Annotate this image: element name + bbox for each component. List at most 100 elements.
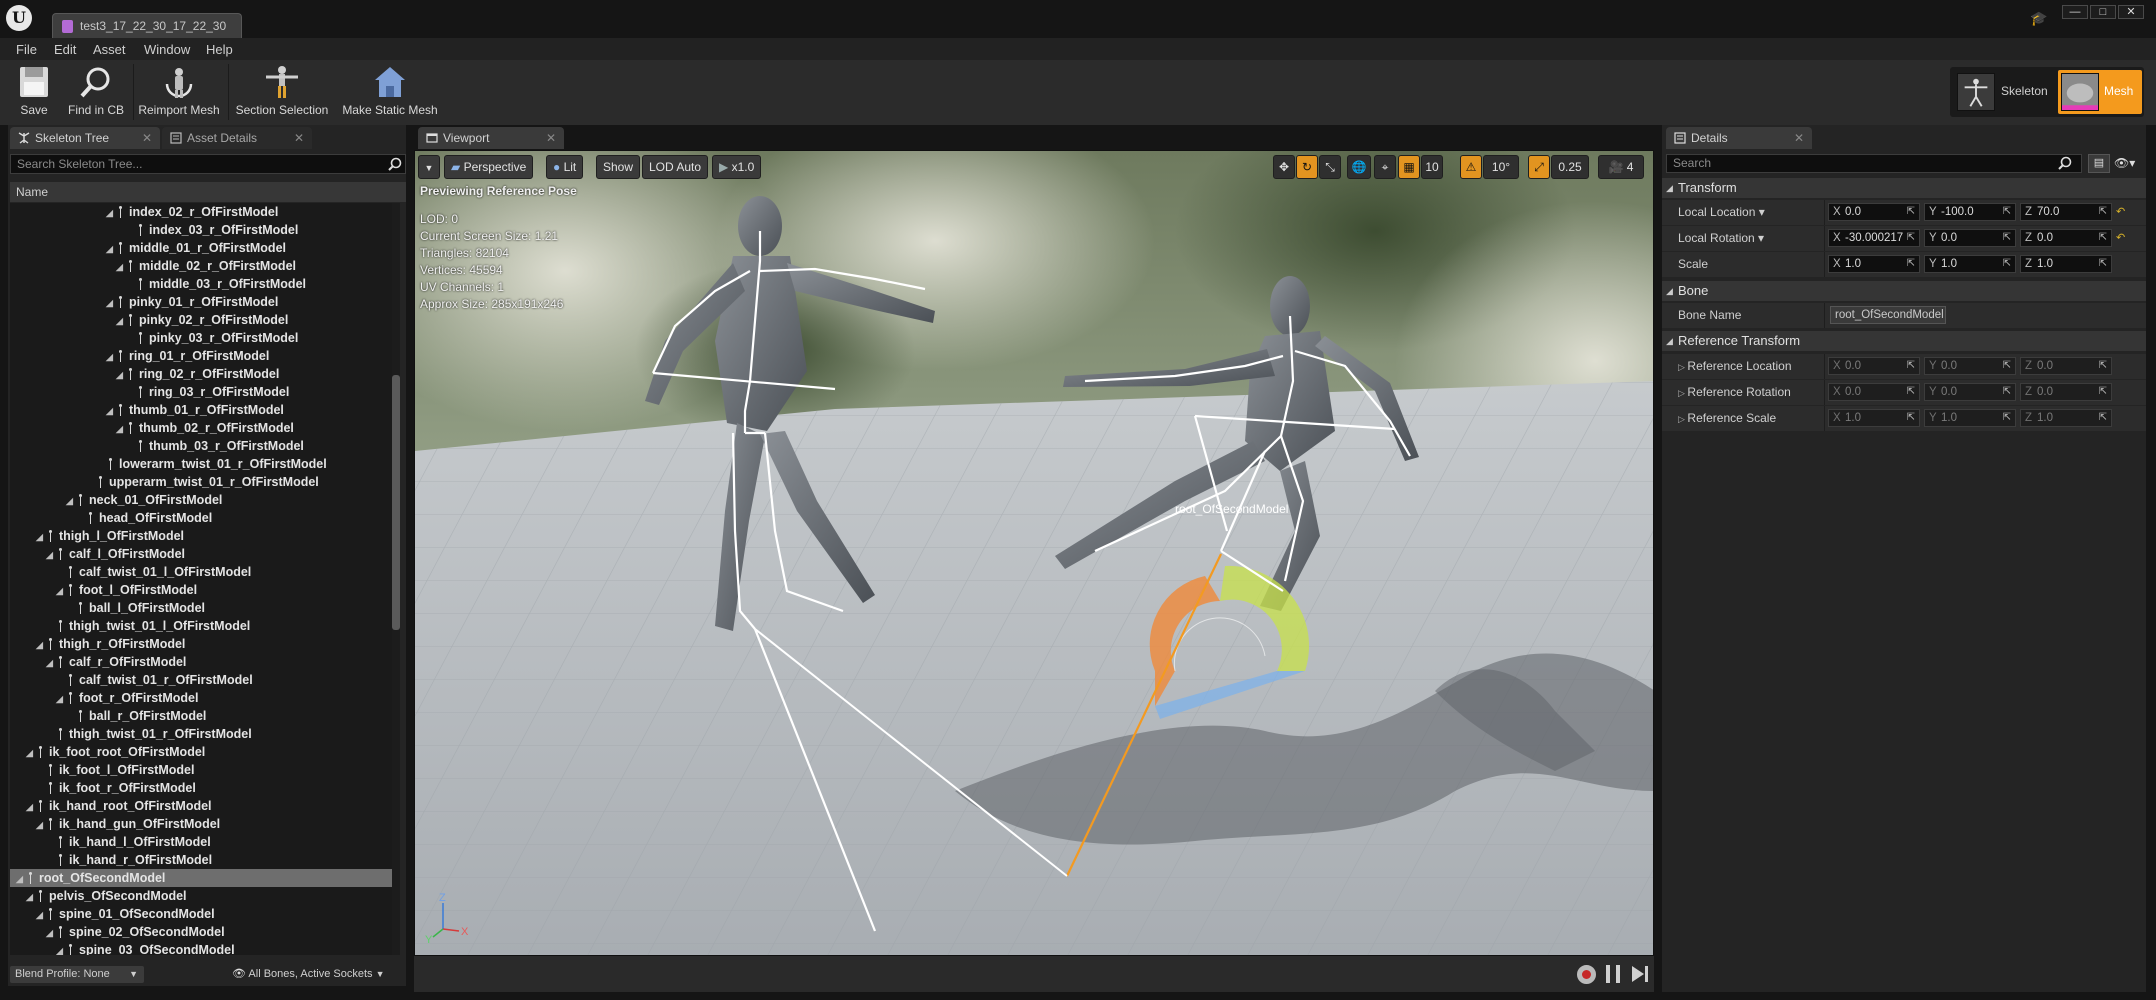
skeleton-search-input[interactable]: Search Skeleton Tree... [10,154,406,174]
local-location-x[interactable]: X 0.0 ⇱ [1828,203,1920,221]
tree-row[interactable]: ◢ thumb_01_r_OfFirstModel [10,401,394,419]
tree-row[interactable]: thigh_twist_01_l_OfFirstModel [10,617,394,635]
tree-row[interactable]: ◢ spine_03_OfSecondModel [10,941,394,955]
perspective-button[interactable]: ▰ Perspective [444,155,534,179]
tree-row[interactable]: ◢ middle_02_r_OfFirstModel [10,257,394,275]
reference-scale-label[interactable]: ▷ Reference Scale [1678,406,1776,432]
section-selection-button[interactable]: Section Selection [234,64,330,122]
world-local-icon[interactable]: 🌐 [1347,155,1371,179]
expand-arrow-icon[interactable]: ◢ [46,546,56,564]
tab-viewport[interactable]: Viewport ✕ [418,127,564,149]
skeleton-mode-button[interactable]: Skeleton [1954,70,2060,114]
reference-location-label[interactable]: ▷ Reference Location [1678,354,1792,380]
find-in-cb-button[interactable]: Find in CB [62,64,130,122]
reset-to-default-icon[interactable]: ↶ [2116,226,2125,251]
tree-row[interactable]: ◢ calf_r_OfFirstModel [10,653,394,671]
bone-section-header[interactable]: ◢ Bone [1662,281,2146,301]
tab-skeleton-tree[interactable]: Skeleton Tree ✕ [10,127,160,149]
minimize-button[interactable]: — [2062,5,2088,19]
record-button[interactable] [1577,965,1596,984]
tree-row[interactable]: index_03_r_OfFirstModel [10,221,394,239]
menu-file[interactable]: File [16,42,37,57]
tree-row[interactable]: ball_l_OfFirstModel [10,599,394,617]
transform-section-header[interactable]: ◢ Transform [1662,178,2146,198]
tree-row[interactable]: ik_foot_r_OfFirstModel [10,779,394,797]
lit-button[interactable]: ● Lit [546,155,584,179]
close-icon[interactable]: ✕ [294,127,304,149]
tree-row[interactable]: ◢ ik_hand_root_OfFirstModel [10,797,394,815]
tab-asset-details[interactable]: Asset Details ✕ [162,127,312,149]
tree-row[interactable]: ◢ ring_02_r_OfFirstModel [10,365,394,383]
close-icon[interactable]: ✕ [546,127,556,149]
tree-row[interactable]: ◢ root_OfSecondModel [10,869,394,887]
viewport[interactable]: root_OfSecondModel Z X Y [414,150,1654,956]
close-icon[interactable]: ✕ [142,127,152,149]
tree-row[interactable]: ◢ middle_01_r_OfFirstModel [10,239,394,257]
tree-row[interactable]: ◢ thumb_02_r_OfFirstModel [10,419,394,437]
expand-arrow-icon[interactable]: ◢ [36,816,46,834]
tree-row[interactable]: ik_hand_r_OfFirstModel [10,851,394,869]
menu-help[interactable]: Help [206,42,233,57]
make-static-mesh-button[interactable]: Make Static Mesh [338,64,442,122]
tree-row[interactable]: thigh_twist_01_r_OfFirstModel [10,725,394,743]
tree-row[interactable]: calf_twist_01_l_OfFirstModel [10,563,394,581]
tree-row[interactable]: ◢ index_02_r_OfFirstModel [10,203,394,221]
local-rotation-label[interactable]: Local Rotation ▾ [1678,226,1764,251]
expand-arrow-icon[interactable]: ◢ [36,636,46,654]
grid-snap-value[interactable]: 10 [1421,155,1443,179]
tree-row[interactable]: head_OfFirstModel [10,509,394,527]
expand-arrow-icon[interactable]: ◢ [36,528,46,546]
camera-speed-button[interactable]: 🎥 4 [1598,155,1644,179]
tree-row[interactable]: ◢ spine_02_OfSecondModel [10,923,394,941]
tree-row[interactable]: ik_hand_l_OfFirstModel [10,833,394,851]
expand-arrow-icon[interactable]: ◢ [106,402,116,420]
tree-row[interactable]: upperarm_twist_01_r_OfFirstModel [10,473,394,491]
expand-arrow-icon[interactable]: ◢ [116,420,126,438]
expand-arrow-icon[interactable]: ◢ [26,888,36,906]
blend-profile-dropdown[interactable]: Blend Profile: None ▼ [10,966,144,983]
viewport-scene[interactable]: root_OfSecondModel Z X Y [415,151,1654,956]
scale-y[interactable]: Y 1.0 ⇱ [1924,255,2016,273]
tree-row[interactable]: ◢ ik_hand_gun_OfFirstModel [10,815,394,833]
expand-arrow-icon[interactable]: ◢ [56,942,66,955]
view-options-eye-icon[interactable]: 👁▾ [2114,154,2148,173]
tree-row[interactable]: ◢ ring_01_r_OfFirstModel [10,347,394,365]
tree-row[interactable]: ◢ thigh_l_OfFirstModel [10,527,394,545]
mesh-mode-button[interactable]: Mesh [2058,70,2142,114]
tree-row[interactable]: ◢ ik_foot_root_OfFirstModel [10,743,394,761]
graduation-cap-icon[interactable]: 🎓 [2030,10,2047,27]
tree-row[interactable]: ◢ foot_r_OfFirstModel [10,689,394,707]
grid-snap-icon[interactable]: ▦ [1398,155,1420,179]
expand-arrow-icon[interactable]: ◢ [106,204,116,222]
scale-snap-value[interactable]: 0.25 [1551,155,1589,179]
maximize-button[interactable]: □ [2090,5,2116,19]
lod-button[interactable]: LOD Auto [642,155,709,179]
tree-row[interactable]: calf_twist_01_r_OfFirstModel [10,671,394,689]
tree-row[interactable]: ◢ thigh_r_OfFirstModel [10,635,394,653]
local-rotation-y[interactable]: Y 0.0 ⇱ [1924,229,2016,247]
expand-arrow-icon[interactable]: ◢ [36,906,46,924]
column-header-name[interactable]: Name [10,182,406,202]
scale-tool-icon[interactable]: ⤡ [1319,155,1341,179]
scale-z[interactable]: Z 1.0 ⇱ [2020,255,2112,273]
tree-row[interactable]: thumb_03_r_OfFirstModel [10,437,394,455]
save-button[interactable]: Save [10,64,58,122]
expand-arrow-icon[interactable]: ◢ [116,258,126,276]
details-search-input[interactable]: Search [1666,154,2082,173]
expand-arrow-icon[interactable]: ◢ [56,582,66,600]
expand-arrow-icon[interactable]: ◢ [46,924,56,942]
tree-row[interactable]: ball_r_OfFirstModel [10,707,394,725]
tree-row[interactable]: ◢ pinky_01_r_OfFirstModel [10,293,394,311]
tree-row[interactable]: ◢ calf_l_OfFirstModel [10,545,394,563]
tree-row[interactable]: ◢ pelvis_OfSecondModel [10,887,394,905]
surface-snap-icon[interactable]: ⌖ [1374,155,1396,179]
reset-to-default-icon[interactable]: ↶ [2116,200,2125,225]
search-icon[interactable] [2058,156,2072,170]
translate-tool-icon[interactable]: ✥ [1273,155,1295,179]
tree-row[interactable]: ◢ foot_l_OfFirstModel [10,581,394,599]
property-matrix-icon[interactable]: ▤ [2088,154,2110,173]
step-forward-icon[interactable] [1632,966,1644,982]
bones-filter-dropdown[interactable]: 👁 All Bones, Active Sockets ▼ [232,966,385,983]
bone-name-field[interactable]: root_OfSecondModel [1830,306,1946,324]
expand-arrow-icon[interactable]: ◢ [106,240,116,258]
